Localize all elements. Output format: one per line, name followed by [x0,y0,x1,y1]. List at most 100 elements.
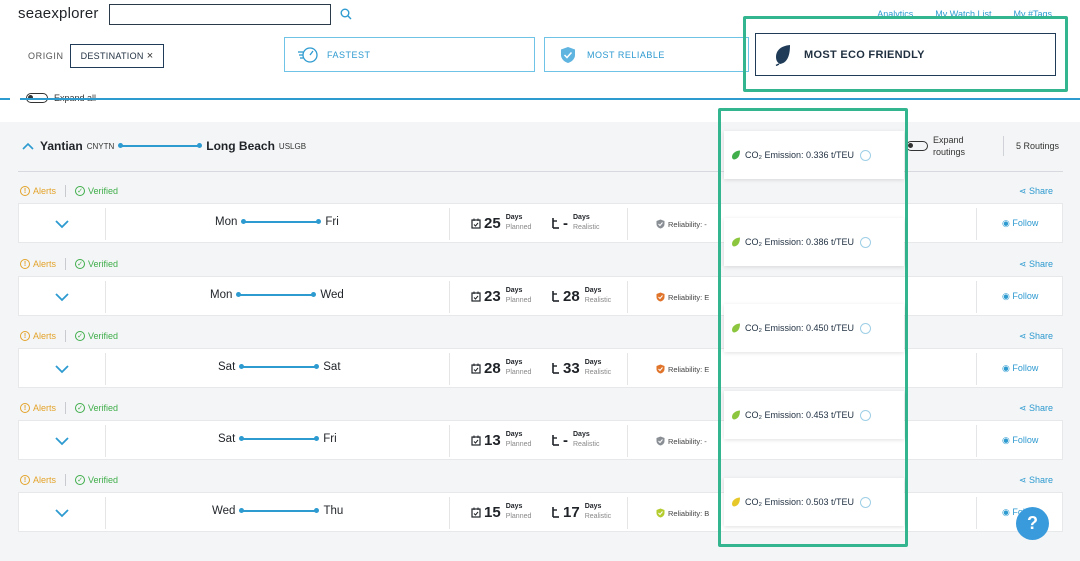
schedule: Mon Wed [210,289,344,301]
info-icon[interactable] [860,149,872,161]
shield-check-icon [557,46,579,64]
arrive-day: Thu [323,505,344,517]
depart-day: Wed [212,505,236,517]
schedule-connector [239,508,320,513]
calendar-icon [471,218,481,229]
eye-icon: ◉ [1002,291,1013,301]
shield-icon [656,292,665,302]
divider [449,497,450,529]
help-button[interactable]: ? [1016,507,1049,540]
alerts-link[interactable]: ! Alerts [20,403,56,413]
days-label: Days [505,287,523,294]
realistic-days: 33 [563,359,580,377]
clear-icon[interactable]: × [147,50,154,62]
reliability-rating: Reliability: B [656,508,709,518]
share-button[interactable]: ⋖ Share [1019,403,1053,414]
realistic-label: Realistic [573,441,600,448]
share-label: Share [1028,331,1053,341]
info-icon[interactable] [860,496,872,508]
follow-label: Follow [1012,218,1039,228]
leaf-icon [732,497,740,507]
chevron-down-icon[interactable] [55,292,69,302]
share-button[interactable]: ⋖ Share [1019,259,1053,270]
alerts-link[interactable]: ! Alerts [20,186,56,196]
schedule-connector [236,292,317,297]
chevron-down-icon[interactable] [55,219,69,229]
expand-routings-toggle[interactable]: Expand routings [906,134,973,158]
follow-button[interactable]: ◉ Follow [1002,291,1038,302]
divider [105,281,106,313]
share-button[interactable]: ⋖ Share [1019,331,1053,342]
chevron-down-icon[interactable] [55,436,69,446]
origin-filter[interactable]: ORIGIN [28,51,64,61]
divider [105,497,106,529]
follow-button[interactable]: ◉ Follow [1002,435,1038,446]
follow-button[interactable]: ◉ Follow [1002,218,1038,229]
share-button[interactable]: ⋖ Share [1019,186,1053,197]
verified-badge: ✓ Verified [75,331,118,341]
search-input[interactable] [109,4,331,25]
toggle-switch-icon[interactable] [906,141,928,151]
leaf-icon [732,150,740,160]
route-header[interactable]: Yantian CNYTN Long Beach USLGB [22,139,306,153]
days-label: Days [573,431,590,438]
routing-meta: ! Alerts ✓ Verified [20,402,118,414]
alerts-link[interactable]: ! Alerts [20,331,56,341]
share-label: Share [1028,259,1053,269]
chevron-down-icon[interactable] [55,364,69,374]
follow-button[interactable]: ◉ Follow [1002,363,1038,374]
alerts-label: Alerts [33,259,57,269]
divider [65,330,67,342]
info-icon[interactable] [860,322,872,334]
info-icon[interactable] [860,236,872,248]
alerts-link[interactable]: ! Alerts [20,259,56,269]
info-icon[interactable] [860,409,872,421]
sort-most-reliable-button[interactable]: MOST RELIABLE [544,37,749,72]
alert-icon: ! [20,186,30,196]
verified-label: Verified [88,403,119,413]
planned-duration: 28 Days Planned [471,358,531,378]
divider [449,353,450,385]
reliability-label: Reliability: E [668,292,710,302]
realistic-label: Realistic [584,369,612,376]
arrive-day: Sat [323,361,341,373]
verified-badge: ✓ Verified [75,259,118,269]
chevron-up-icon[interactable] [22,141,34,151]
divider [976,208,977,240]
planned-days: 13 [484,431,501,449]
destination-filter-button[interactable]: DESTINATION × [70,44,164,68]
schedule-connector [239,364,320,369]
planned-days: 25 [484,214,501,232]
days-label: Days [573,214,590,221]
depart-day: Mon [210,289,233,301]
origin-code: CNYTN [86,141,115,151]
verified-label: Verified [88,186,119,196]
routing-meta: ! Alerts ✓ Verified [20,330,118,342]
verified-label: Verified [88,259,119,269]
app-logo[interactable]: seaexplorer [18,5,99,22]
alerts-link[interactable]: ! Alerts [20,475,56,485]
realistic-days: 17 [563,503,580,521]
share-icon: ⋖ [1018,475,1029,485]
search-icon[interactable] [340,8,352,20]
leaf-icon [732,237,740,247]
alert-icon: ! [20,259,30,269]
reliability-label: Reliability: B [668,508,710,518]
check-circle-icon: ✓ [75,186,86,196]
share-label: Share [1028,475,1053,485]
divider [1003,136,1004,156]
divider-gap [10,95,20,103]
sort-fastest-button[interactable]: FASTEST [284,37,535,72]
share-button[interactable]: ⋖ Share [1019,475,1053,486]
divider [105,353,106,385]
verified-badge: ✓ Verified [75,403,118,413]
divider [449,281,450,313]
alert-icon: ! [20,475,30,485]
realistic-duration: - Days Realistic [550,213,599,233]
leaf-icon [732,410,740,420]
chevron-down-icon[interactable] [55,508,69,518]
sort-most-eco-friendly-button[interactable]: MOST ECO FRIENDLY [755,33,1056,76]
planned-duration: 25 Days Planned [471,213,531,233]
divider [65,474,67,486]
expand-routings-label: Expand routings [933,135,966,157]
